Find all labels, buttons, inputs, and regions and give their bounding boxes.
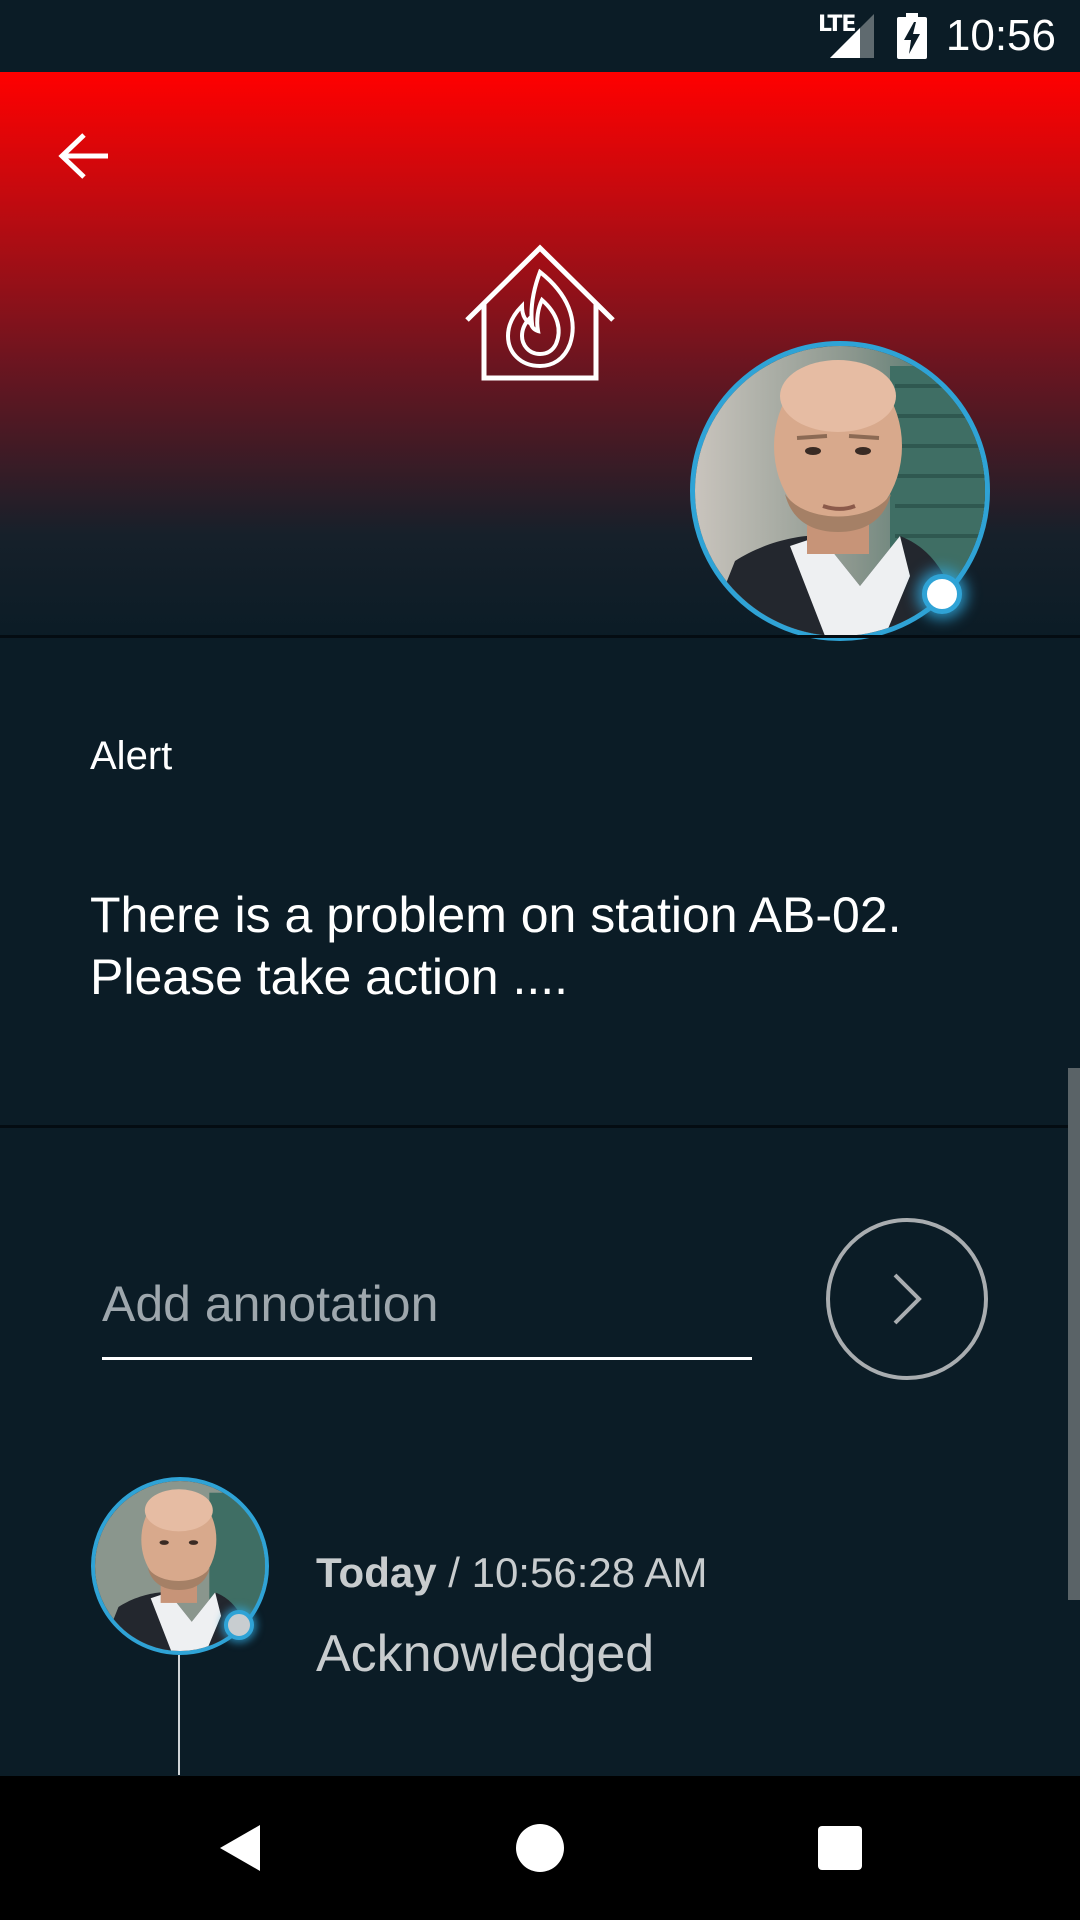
timeline-presence-indicator	[224, 1610, 254, 1640]
house-fire-icon	[465, 244, 615, 381]
navigation-bar	[0, 1776, 1080, 1920]
section-divider	[0, 1125, 1080, 1128]
alert-message: There is a problem on station AB-02. Ple…	[90, 887, 902, 1005]
scrollbar[interactable]	[1068, 1068, 1080, 1600]
send-annotation-button[interactable]	[826, 1218, 988, 1380]
nav-back-icon	[220, 1825, 260, 1871]
nav-recents-button[interactable]	[790, 1800, 890, 1896]
timeline-time: 10:56:28 AM	[471, 1549, 708, 1596]
signal-icon	[830, 14, 874, 58]
chevron-right-icon	[893, 1273, 922, 1325]
timeline-separator: /	[436, 1549, 472, 1596]
back-button[interactable]	[44, 120, 124, 192]
battery-charging-icon	[897, 13, 927, 59]
timeline-day: Today	[316, 1549, 437, 1596]
screen: LTE 10:56 Alert There is a problem on st…	[0, 0, 1080, 1920]
arrow-back-icon	[58, 133, 108, 179]
status-bar: LTE 10:56	[0, 0, 1080, 72]
annotation-input[interactable]	[102, 1264, 752, 1360]
timeline-connector	[178, 1655, 180, 1775]
nav-home-button[interactable]	[490, 1800, 590, 1896]
status-clock: 10:56	[945, 11, 1056, 60]
nav-recents-icon	[818, 1826, 862, 1870]
nav-back-button[interactable]	[190, 1800, 290, 1896]
timeline-status: Acknowledged	[316, 1625, 655, 1683]
nav-home-icon	[516, 1824, 564, 1872]
timeline-timestamp: Today / 10:56:28 AM	[316, 1548, 707, 1598]
presence-indicator	[922, 574, 962, 614]
header-divider	[0, 635, 1080, 638]
alert-label: Alert	[90, 734, 173, 778]
